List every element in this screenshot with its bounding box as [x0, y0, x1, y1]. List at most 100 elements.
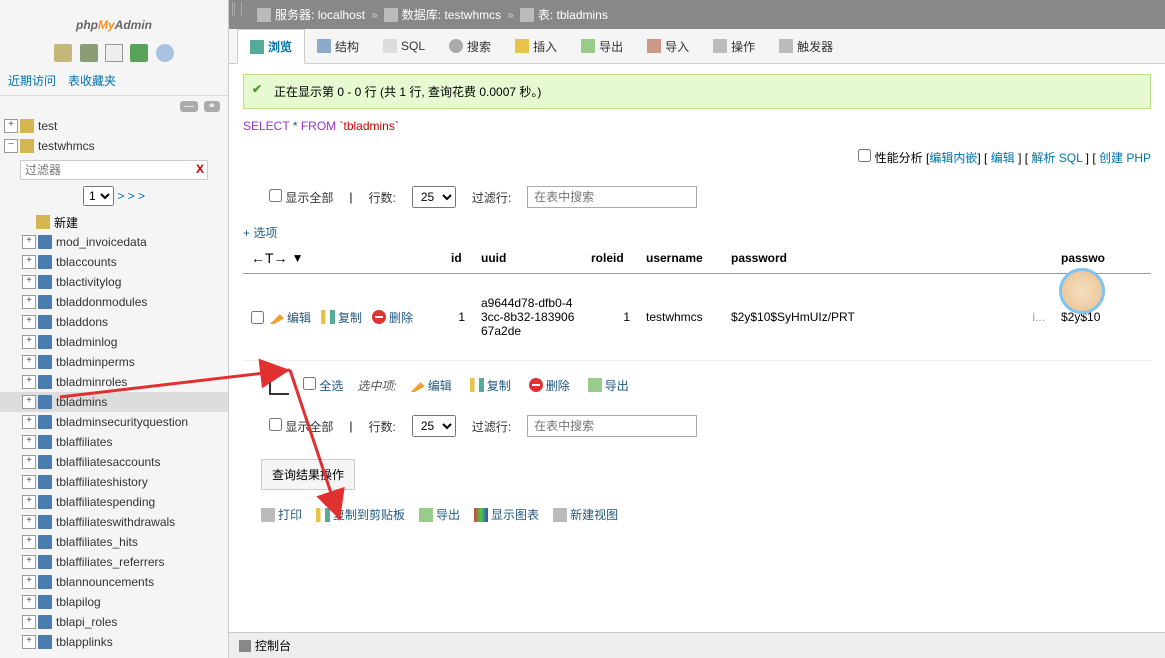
table-node[interactable]: +tblaffiliateshistory	[0, 472, 228, 492]
expand-icon[interactable]: +	[22, 255, 36, 269]
bulk-delete-button[interactable]: 删除	[529, 377, 570, 394]
table-label[interactable]: tblaffiliateswithdrawals	[56, 515, 175, 529]
cell-password[interactable]: $2y$10$SyHmUIz/PRTi...	[723, 306, 1053, 328]
table-label[interactable]: tbladminperms	[56, 355, 135, 369]
expand-icon[interactable]: +	[22, 635, 36, 649]
tab-search[interactable]: 搜索	[437, 29, 503, 63]
collapse-icon[interactable]: −	[4, 139, 18, 153]
tab-export[interactable]: 导出	[569, 29, 635, 63]
next-page[interactable]: > > >	[117, 189, 145, 203]
table-node[interactable]: +tbladminroles	[0, 372, 228, 392]
perf-checkbox[interactable]	[858, 149, 871, 162]
expand-icon[interactable]: +	[22, 475, 36, 489]
expand-icon[interactable]: +	[22, 535, 36, 549]
filter-input[interactable]	[527, 415, 697, 437]
table-label[interactable]: mod_invoicedata	[56, 235, 147, 249]
expand-icon[interactable]: +	[22, 575, 36, 589]
expand-icon[interactable]: +	[22, 595, 36, 609]
table-label[interactable]: tbladminsecurityquestion	[56, 415, 188, 429]
avatar[interactable]	[1059, 268, 1105, 314]
showall-checkbox[interactable]	[269, 189, 282, 202]
table-node[interactable]: + tblaffiliatesaccounts	[0, 452, 228, 472]
reload-icon[interactable]	[156, 44, 174, 62]
filter-input[interactable]	[527, 186, 697, 208]
db-label[interactable]: test	[38, 119, 57, 133]
expand-icon[interactable]: +	[22, 615, 36, 629]
showall-checkbox[interactable]	[269, 418, 282, 431]
tab-insert[interactable]: 插入	[503, 29, 569, 63]
status-icon[interactable]	[130, 44, 148, 62]
expand-icon[interactable]: +	[22, 455, 36, 469]
table-link[interactable]: tbladmins	[557, 8, 608, 22]
delete-button[interactable]: 删除	[372, 309, 413, 326]
table-label[interactable]: tblaffiliatesaccounts	[56, 455, 161, 469]
clipboard-button[interactable]: 复制到剪贴板	[316, 506, 405, 523]
table-label[interactable]: tblapi_roles	[56, 615, 117, 629]
table-node[interactable]: + tbladminsecurityquestion	[0, 412, 228, 432]
col-id[interactable]: id	[443, 247, 473, 269]
bulk-copy-button[interactable]: 复制	[470, 377, 511, 394]
db-node-testwhmcs[interactable]: − testwhmcs	[0, 136, 228, 156]
col-password2[interactable]: passwo	[1053, 247, 1113, 269]
tab-import[interactable]: 导入	[635, 29, 701, 63]
expand-icon[interactable]: +	[22, 495, 36, 509]
logout-icon[interactable]	[80, 44, 98, 62]
sidebar-drag-handle[interactable]	[232, 2, 242, 16]
table-node[interactable]: + tblapplinks	[0, 632, 228, 652]
cell-uuid[interactable]: a9644d78-dfb0-43cc-8b32-18390667a2de	[473, 292, 583, 342]
rows-select[interactable]: 25	[412, 186, 456, 208]
table-label[interactable]: tbladminlog	[56, 335, 117, 349]
table-node[interactable]: + tblaffiliates_hits	[0, 532, 228, 552]
table-node[interactable]: +tbladminperms	[0, 352, 228, 372]
expand-icon[interactable]: +	[22, 555, 36, 569]
selectall-checkbox[interactable]	[303, 377, 316, 390]
table-label[interactable]: tblaffiliates	[56, 435, 112, 449]
expand-icon[interactable]: +	[22, 315, 36, 329]
tab-browse[interactable]: 浏览	[237, 29, 305, 64]
rows-select[interactable]: 25	[412, 415, 456, 437]
edit-inline-link[interactable]: 编辑内嵌	[929, 151, 977, 165]
table-node[interactable]: +tbladmins	[0, 392, 228, 412]
table-label[interactable]: tbladmins	[56, 395, 107, 409]
server-link[interactable]: localhost	[318, 8, 365, 22]
recent-tab[interactable]: 近期访问	[8, 72, 56, 89]
table-node[interactable]: + tbladminlog	[0, 332, 228, 352]
tab-structure[interactable]: 结构	[305, 29, 371, 63]
table-label[interactable]: tbladdons	[56, 315, 108, 329]
expand-icon[interactable]: +	[22, 335, 36, 349]
new-table[interactable]: 新建	[0, 212, 228, 232]
chart-button[interactable]: 显示图表	[474, 506, 539, 523]
db-label[interactable]: testwhmcs	[38, 139, 95, 153]
sort-icon[interactable]: ▼	[292, 251, 304, 265]
table-label[interactable]: tblapilog	[56, 595, 101, 609]
table-node[interactable]: +tblactivitylog	[0, 272, 228, 292]
expand-icon[interactable]: +	[22, 515, 36, 529]
db-link[interactable]: testwhmcs	[444, 8, 501, 22]
table-node[interactable]: +tblaffiliates_referrers	[0, 552, 228, 572]
edit-link[interactable]: 编辑	[991, 151, 1015, 165]
row-checkbox[interactable]	[251, 311, 264, 324]
expand-icon[interactable]: +	[4, 119, 18, 133]
tab-triggers[interactable]: 触发器	[767, 29, 845, 63]
expand-icon[interactable]: +	[22, 375, 36, 389]
table-node[interactable]: + tblapilog	[0, 592, 228, 612]
bulk-edit-button[interactable]: 编辑	[411, 377, 452, 394]
copy-button[interactable]: 复制	[321, 309, 362, 326]
favorites-tab[interactable]: 表收藏夹	[68, 72, 116, 89]
table-node[interactable]: +tblannouncements	[0, 572, 228, 592]
col-password[interactable]: password	[723, 247, 1053, 269]
expand-icon[interactable]: +	[22, 415, 36, 429]
view-button[interactable]: 新建视图	[553, 506, 618, 523]
print-button[interactable]: 打印	[261, 506, 302, 523]
col-roleid[interactable]: roleid	[583, 247, 638, 269]
page-select[interactable]: 1	[83, 186, 114, 206]
explain-link[interactable]: 解析 SQL	[1031, 151, 1082, 165]
export-button[interactable]: 导出	[419, 506, 460, 523]
table-label[interactable]: tblaffiliates_hits	[56, 535, 138, 549]
table-label[interactable]: tblactivitylog	[56, 275, 121, 289]
table-label[interactable]: tbladdonmodules	[56, 295, 147, 309]
php-link[interactable]: 创建 PHP	[1099, 151, 1151, 165]
filter-input[interactable]	[20, 160, 208, 180]
table-label[interactable]: tblapplinks	[56, 635, 113, 649]
clear-icon[interactable]: X	[196, 162, 204, 176]
